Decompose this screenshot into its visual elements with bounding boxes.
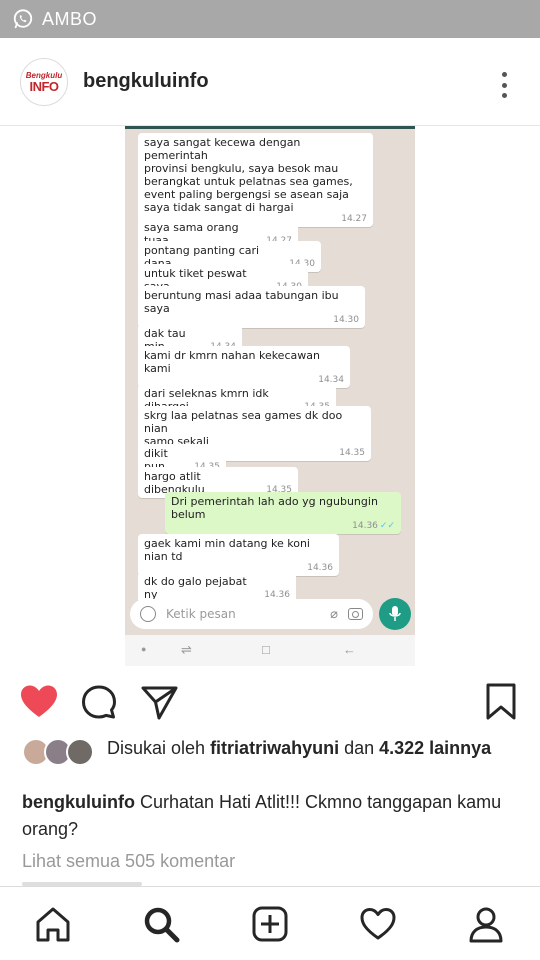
message-text: beruntung masi adaa tabungan ibu saya (144, 289, 339, 315)
message-time: 14.36 ✓✓ (171, 521, 395, 532)
likes-user[interactable]: fitriatriwahyuni (210, 738, 339, 758)
message-text: dk do galo pejabat ny (144, 575, 247, 601)
avatar[interactable]: Bengkulu INFO (20, 57, 68, 106)
comment-icon[interactable] (79, 682, 119, 722)
message-text: skrg laa pelatnas sea games dk doo nian … (144, 409, 343, 448)
incoming-message: kami dr kmrn nahan kekecawan kami 14.34 (138, 346, 350, 388)
heart-filled-icon[interactable] (19, 682, 59, 722)
message-timestamp: 14.35 (339, 448, 365, 458)
activity-heart-icon[interactable] (359, 905, 397, 943)
camera-icon (348, 608, 363, 620)
likes-suffix[interactable]: lainnya (424, 738, 491, 758)
avatar-logo-bottom: INFO (29, 78, 59, 94)
post-caption: bengkuluinfo Curhatan Hati Atlit!!! Ckmn… (22, 789, 522, 843)
recents-icon: ⇌ (181, 642, 192, 657)
attach-icon: ⌀ (330, 606, 338, 621)
message-timestamp: 14.30 (333, 315, 359, 325)
message-timestamp: 14.36 (352, 521, 378, 531)
caption-username[interactable]: bengkuluinfo (22, 792, 135, 812)
message-text: kami dr kmrn nahan kekecawan kami (144, 349, 320, 375)
bookmark-icon[interactable] (481, 682, 521, 722)
home-icon[interactable] (34, 905, 72, 943)
action-bar (0, 666, 540, 736)
liker-avatars (22, 736, 102, 768)
status-bar-app-name: AMBO (42, 8, 98, 29)
profile-icon[interactable] (467, 905, 505, 943)
incoming-message: gaek kami min datang ke koni nian td 14.3… (138, 534, 339, 576)
emoji-icon (140, 606, 156, 622)
back-arrow-icon: ← (343, 642, 356, 657)
read-ticks-icon: ✓✓ (379, 521, 395, 531)
add-post-icon[interactable] (251, 905, 289, 943)
post-header: Bengkulu INFO bengkuluinfo (0, 38, 540, 126)
incoming-message: beruntung masi adaa tabungan ibu saya 14.… (138, 286, 365, 328)
send-icon[interactable] (139, 682, 179, 722)
message-text: saya sangat kecewa dengan pemerintah pro… (144, 136, 353, 214)
bottom-nav (0, 886, 540, 960)
mic-button (379, 598, 411, 630)
chat-header-edge (125, 126, 415, 129)
avatar (66, 738, 94, 766)
message-timestamp: 14.36 (307, 563, 333, 573)
dot-icon: ● (141, 644, 147, 654)
post-username[interactable]: bengkuluinfo (83, 70, 209, 93)
incoming-message: saya sangat kecewa dengan pemerintah pro… (138, 133, 373, 227)
likes-middle: dan (339, 738, 380, 758)
more-vertical-icon[interactable] (498, 72, 510, 98)
message-input: Ketik pesan ⌀ (130, 599, 373, 629)
likes-text: Disukai oleh fitriatriwahyuni dan 4.322 … (107, 736, 517, 760)
home-square-icon: □ (262, 642, 270, 657)
whatsapp-icon (13, 9, 33, 29)
search-icon[interactable] (142, 905, 180, 943)
message-text: gaek kami min datang ke koni nian td (144, 537, 310, 563)
mic-icon (389, 606, 401, 621)
post-image[interactable]: saya sangat kecewa dengan pemerintah pro… (0, 126, 540, 666)
chat-screenshot: saya sangat kecewa dengan pemerintah pro… (125, 126, 415, 666)
message-text: Dri pemerintah lah ado yg ngubungin belu… (171, 495, 378, 521)
status-bar: AMBO (0, 0, 540, 38)
likes-count[interactable]: 4.322 (379, 738, 424, 758)
message-timestamp: 14.27 (341, 214, 367, 224)
view-comments-link[interactable]: Lihat semua 505 komentar (22, 851, 235, 872)
outgoing-message: Dri pemerintah lah ado yg ngubungin belu… (165, 492, 401, 534)
message-input-placeholder: Ketik pesan (166, 607, 236, 621)
phone-nav-bar: ● ⇌ □ ← (125, 635, 415, 666)
likes-prefix: Disukai oleh (107, 738, 211, 758)
